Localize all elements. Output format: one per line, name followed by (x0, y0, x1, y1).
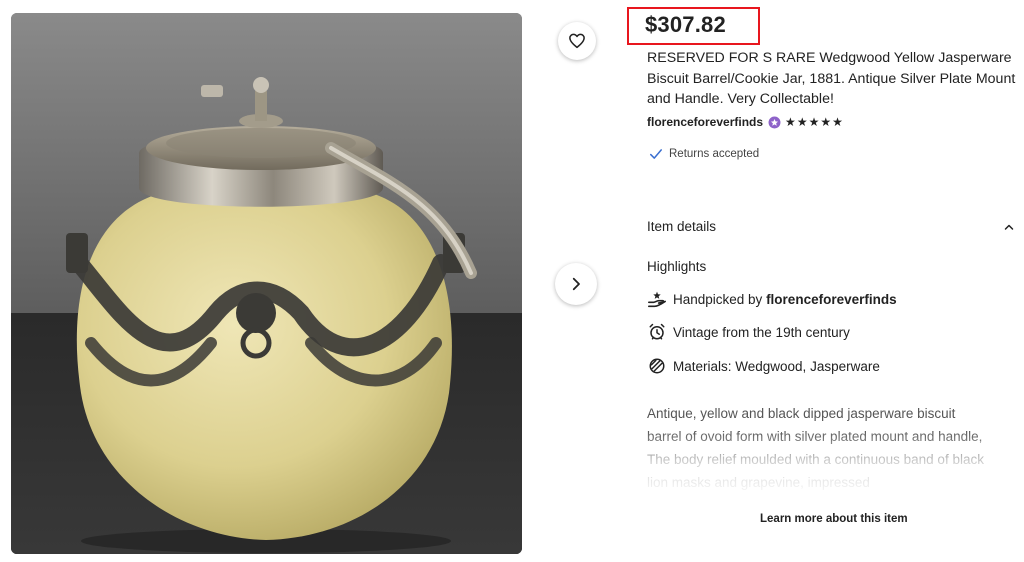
rating-stars: ★ ★ ★ ★ ★ (785, 116, 843, 128)
check-icon (649, 149, 663, 159)
star-seller-badge-icon (768, 116, 781, 129)
listing-photo[interactable] (11, 13, 522, 554)
returns-info: Returns accepted (649, 147, 759, 161)
item-description: Antique, yellow and black dipped jasperw… (647, 406, 984, 490)
highlight-materials-text: Materials: Wedgwood, Jasperware (673, 358, 880, 374)
listing-price: $307.82 (645, 12, 726, 37)
heart-icon (569, 33, 585, 49)
star-icon: ★ (785, 115, 796, 129)
item-details-toggle[interactable]: Item details (647, 219, 1015, 234)
highlight-shop-name[interactable]: florenceforeverfinds (766, 292, 897, 307)
returns-text: Returns accepted (669, 148, 760, 160)
highlights-heading: Highlights (647, 259, 707, 274)
star-icon: ★ (808, 115, 820, 129)
materials-icon (647, 356, 667, 376)
biscuit-barrel-image (11, 13, 522, 554)
highlight-handpicked: Handpicked by florenceforeverfinds (647, 289, 897, 309)
star-icon: ★ (820, 115, 832, 129)
highlight-vintage: Vintage from the 19th century (647, 322, 850, 342)
learn-more-button[interactable]: Learn more about this item (760, 513, 908, 525)
alarm-clock-icon (647, 322, 667, 342)
highlight-handpicked-prefix: Handpicked by (673, 291, 767, 307)
highlight-vintage-text: Vintage from the 19th century (673, 324, 850, 340)
listing-title: RESERVED FOR S RARE Wedgwood Yellow Jasp… (647, 50, 1016, 108)
star-icon: ★ (796, 115, 808, 129)
hand-icon (647, 289, 667, 309)
shop-name-link[interactable]: florenceforeverfinds (647, 115, 763, 129)
favorite-button[interactable] (558, 22, 596, 60)
chevron-up-icon (1004, 224, 1014, 230)
star-icon: ★ (832, 115, 843, 129)
chevron-right-icon (572, 277, 580, 291)
next-image-button[interactable] (555, 263, 597, 305)
highlight-materials: Materials: Wedgwood, Jasperware (647, 356, 880, 376)
item-details-label: Item details (647, 219, 717, 234)
shop-rating-row: florenceforeverfinds ★ ★ ★ ★ ★ (647, 115, 843, 129)
